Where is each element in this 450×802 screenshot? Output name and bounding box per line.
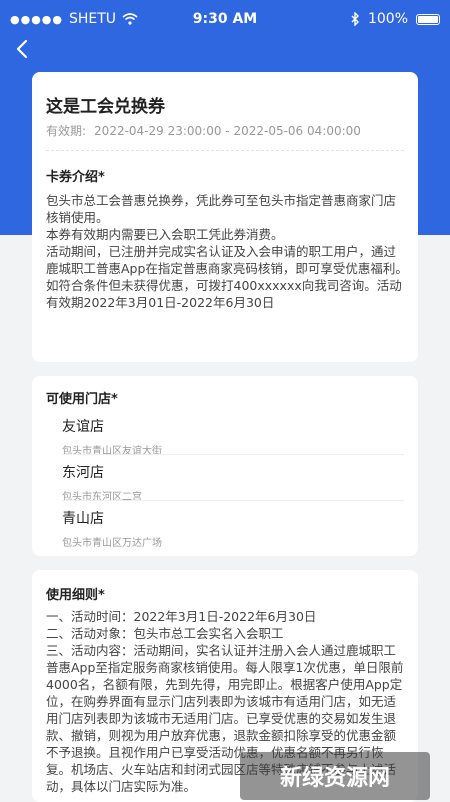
battery-percent: 100% <box>367 11 408 27</box>
validity-value: 2022-04-29 23:00:00 - 2022-05-06 04:00:0… <box>94 124 361 138</box>
divider <box>62 454 404 455</box>
watermark-text: 新绿资源网 <box>279 766 390 791</box>
store-name: 东河店 <box>62 465 104 481</box>
ticket-notch-right <box>411 362 425 376</box>
back-arrow-icon[interactable] <box>12 38 34 60</box>
coupon-title: 这是工会兑换券 <box>46 97 165 117</box>
status-bar: ●●●●● SHETU 9:30 AM 100% <box>0 0 450 40</box>
store-item[interactable]: 友谊店 包头市青山区友谊大街 <box>62 416 402 457</box>
store-item[interactable]: 青山店 包头市青山区万达广场 <box>62 508 402 549</box>
ticket-notch-left <box>25 362 39 376</box>
intro-heading: 卡券介绍* <box>46 170 105 185</box>
coupon-info-card: 这是工会兑换券 有效期: 2022-04-29 23:00:00 - 2022-0… <box>32 72 418 362</box>
rules-heading: 使用细则* <box>46 588 105 603</box>
bluetooth-icon <box>351 12 359 26</box>
store-name: 友谊店 <box>62 419 104 435</box>
divider <box>62 500 404 501</box>
battery-icon <box>416 13 440 25</box>
store-address: 包头市青山区万达广场 <box>62 538 162 549</box>
stores-card: 可使用门店* 友谊店 包头市青山区友谊大街 东河店 包头市东河区二宫 青山店 包… <box>32 376 418 556</box>
divider <box>46 150 404 151</box>
watermark-logo: 新绿资源网 <box>240 752 430 800</box>
store-name: 青山店 <box>62 511 104 527</box>
store-item[interactable]: 东河店 包头市东河区二宫 <box>62 462 402 503</box>
stores-heading: 可使用门店* <box>46 392 118 407</box>
validity-label: 有效期: <box>46 124 87 138</box>
coupon-validity: 有效期: 2022-04-29 23:00:00 - 2022-05-06 04:… <box>46 122 369 139</box>
intro-text: 包头市总工会普惠兑换券，凭此券可至包头市指定普惠商家门店核销使用。 本券有效期内… <box>46 193 408 310</box>
